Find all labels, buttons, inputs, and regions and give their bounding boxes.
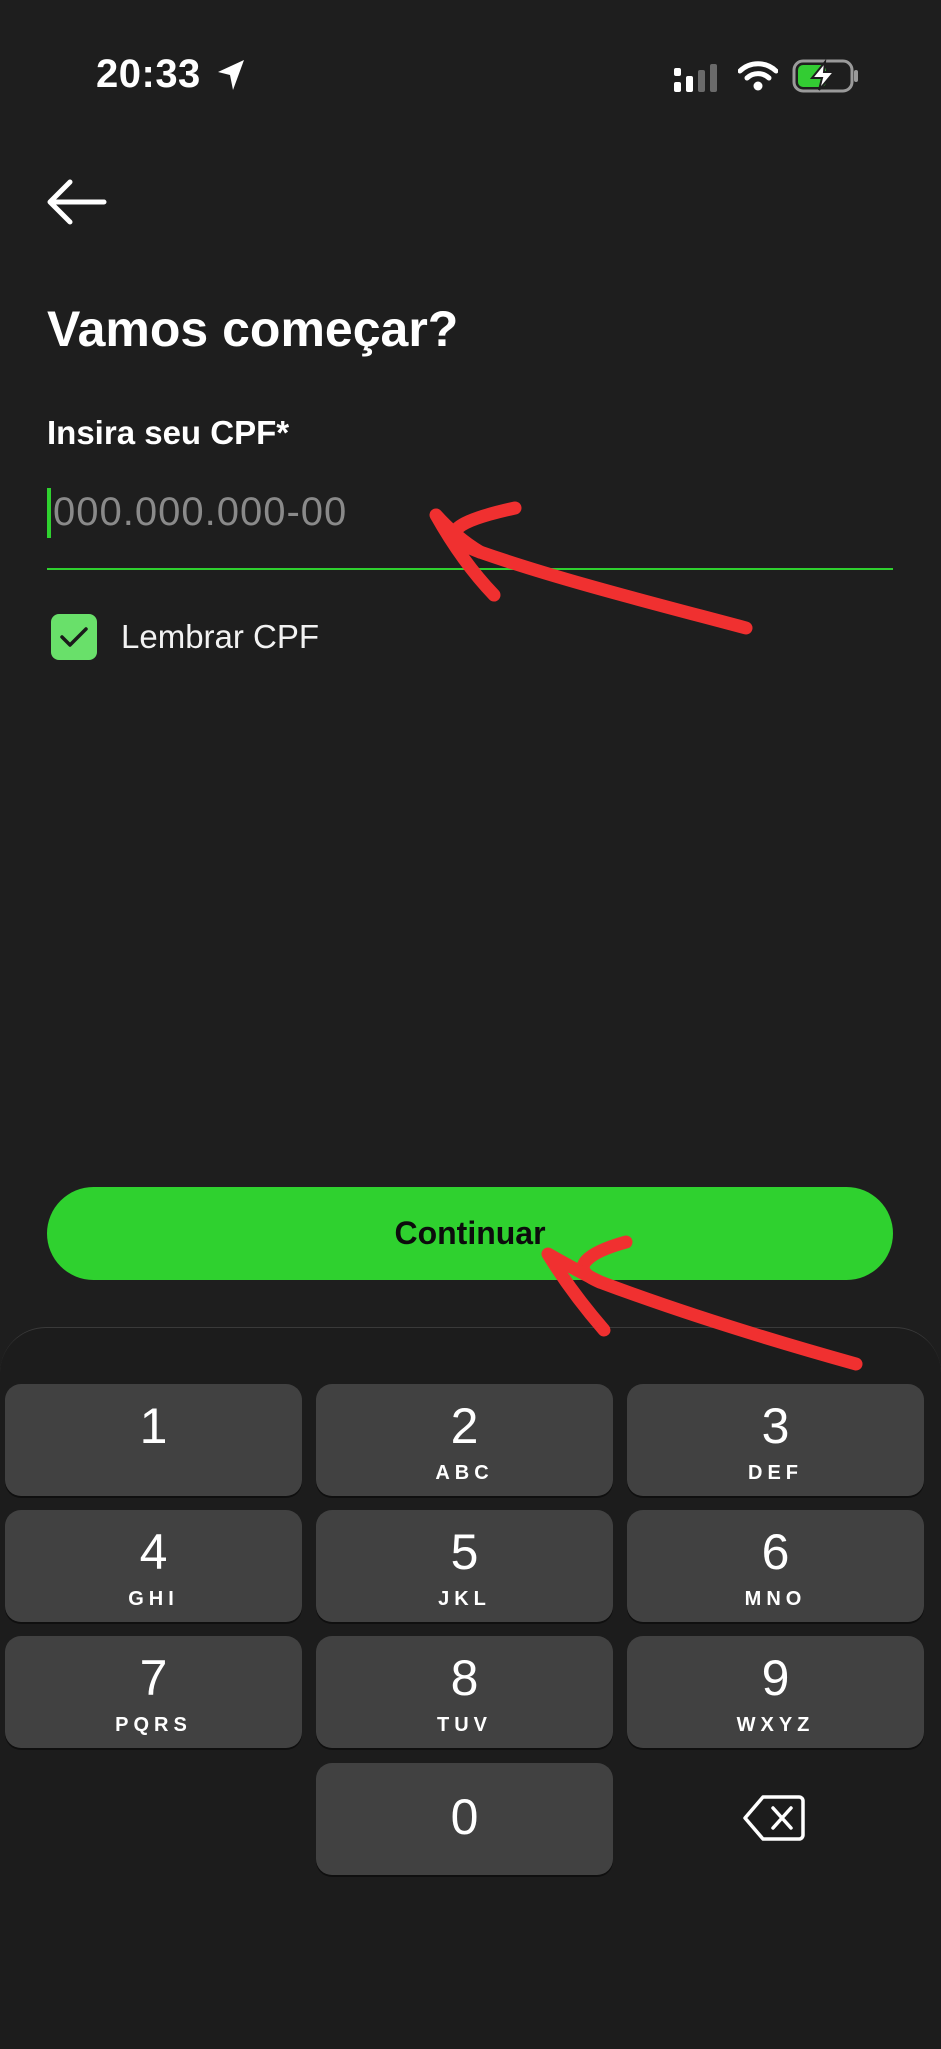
key-letters: ABC (435, 1462, 494, 1484)
key-1[interactable]: 1 (5, 1384, 302, 1496)
text-caret (47, 488, 51, 538)
key-7[interactable]: 7 PQRS (5, 1636, 302, 1748)
key-number: 8 (450, 1650, 479, 1706)
key-number: 6 (761, 1524, 790, 1580)
wifi-icon (738, 61, 778, 91)
key-letters: JKL (438, 1588, 491, 1610)
status-time: 20:33 (96, 52, 201, 96)
key-letters: DEF (748, 1462, 803, 1484)
continue-label: Continuar (394, 1215, 546, 1251)
key-3[interactable]: 3 DEF (627, 1384, 924, 1496)
cpf-input[interactable] (47, 482, 899, 542)
key-4[interactable]: 4 GHI (5, 1510, 302, 1622)
key-number: 1 (139, 1398, 168, 1454)
key-letters: TUV (437, 1714, 492, 1736)
key-letters: GHI (128, 1588, 179, 1610)
continue-button[interactable]: Continuar (47, 1187, 893, 1280)
backspace-key[interactable] (725, 1773, 825, 1863)
key-number: 0 (450, 1789, 479, 1845)
key-number: 7 (139, 1650, 168, 1706)
key-8[interactable]: 8 TUV (316, 1636, 613, 1748)
status-bar: 20:33 (0, 0, 941, 150)
remember-cpf-checkbox[interactable] (51, 614, 97, 660)
key-5[interactable]: 5 JKL (316, 1510, 613, 1622)
key-number: 4 (139, 1524, 168, 1580)
key-9[interactable]: 9 WXYZ (627, 1636, 924, 1748)
key-number: 9 (761, 1650, 790, 1706)
key-number: 5 (450, 1524, 479, 1580)
key-number: 3 (761, 1398, 790, 1454)
key-2[interactable]: 2 ABC (316, 1384, 613, 1496)
cpf-field (47, 482, 899, 570)
checkmark-icon (60, 627, 88, 647)
battery-charging-icon (792, 58, 858, 93)
key-letters: PQRS (115, 1714, 192, 1736)
cellular-signal-icon (674, 64, 717, 92)
arrow-left-icon (47, 179, 107, 225)
cpf-underline (47, 568, 893, 570)
key-number: 2 (450, 1398, 479, 1454)
key-0[interactable]: 0 (316, 1763, 613, 1875)
remember-cpf-label: Lembrar CPF (121, 618, 320, 655)
key-letters: MNO (744, 1588, 807, 1610)
cpf-label: Insira seu CPF* (47, 414, 290, 451)
key-letters: WXYZ (736, 1714, 815, 1736)
back-button[interactable] (40, 172, 120, 232)
backspace-icon (743, 1795, 805, 1841)
page-title: Vamos começar? (47, 301, 459, 357)
key-6[interactable]: 6 MNO (627, 1510, 924, 1622)
remember-cpf-toggle[interactable]: Lembrar CPF (51, 612, 319, 662)
location-arrow-icon (218, 60, 244, 90)
